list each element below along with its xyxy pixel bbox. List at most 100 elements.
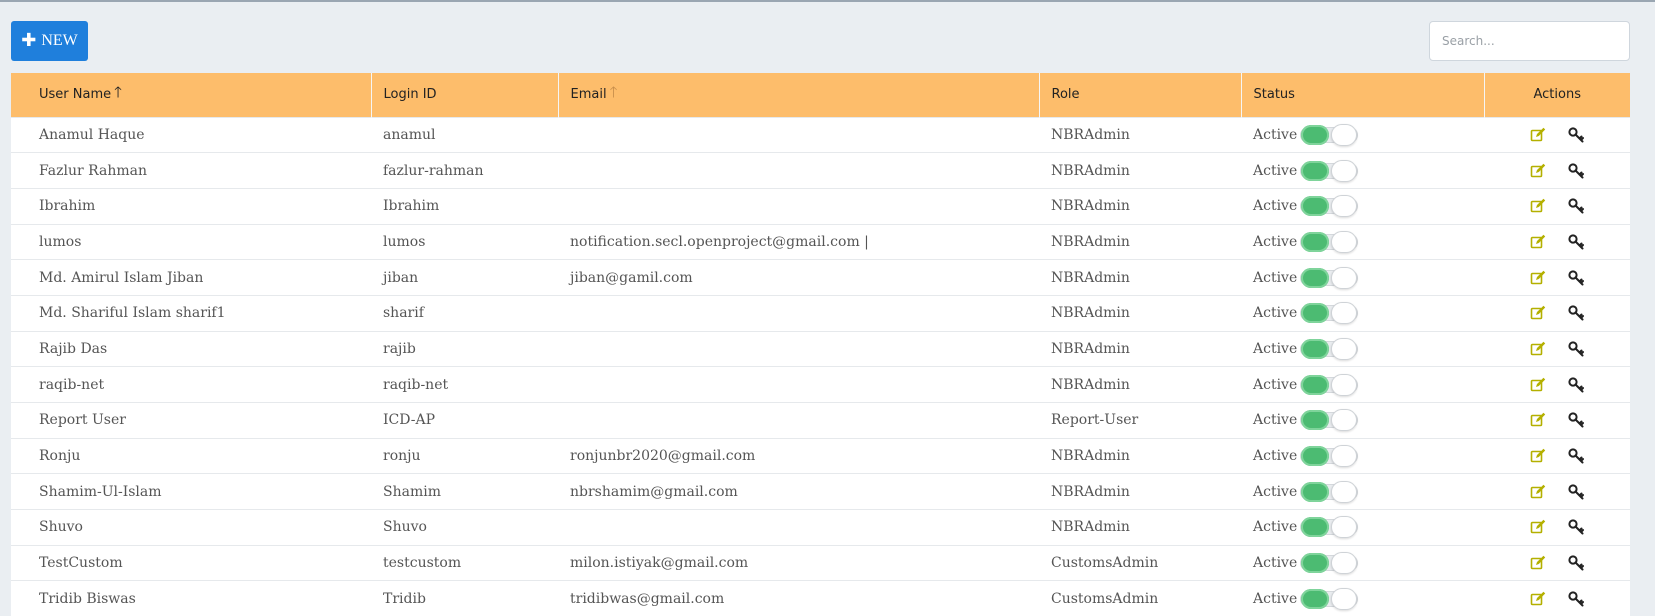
key-icon[interactable] bbox=[1568, 484, 1584, 500]
cell-role: NBRAdmin bbox=[1039, 223, 1241, 260]
new-button-label: NEW bbox=[41, 32, 78, 49]
status-label: Active bbox=[1253, 519, 1298, 536]
status-label: Active bbox=[1253, 126, 1298, 143]
status-toggle[interactable] bbox=[1300, 195, 1360, 218]
cell-login-id: rajib bbox=[371, 330, 558, 367]
edit-icon[interactable] bbox=[1530, 341, 1546, 357]
cell-email: milon.istiyak@gmail.com bbox=[558, 544, 1039, 581]
cell-status: Active bbox=[1241, 473, 1484, 510]
cell-user-name: Shuvo bbox=[11, 509, 371, 546]
table-row: Report User ICD-AP Report-User Active bbox=[11, 402, 1630, 439]
cell-role: Report-User bbox=[1039, 402, 1241, 439]
arrow-up-icon: 🡑 bbox=[114, 83, 122, 102]
status-toggle[interactable] bbox=[1300, 516, 1360, 539]
cell-role: NBRAdmin bbox=[1039, 509, 1241, 546]
table-header-row: User Name 🡑 Login ID Email 🡑 Role Status… bbox=[11, 73, 1630, 117]
column-header-role[interactable]: Role bbox=[1038, 73, 1241, 117]
edit-icon[interactable] bbox=[1530, 448, 1546, 464]
edit-icon[interactable] bbox=[1530, 519, 1546, 535]
column-header-user-name[interactable]: User Name 🡑 bbox=[11, 73, 371, 117]
status-label: Active bbox=[1253, 590, 1298, 607]
cell-role: NBRAdmin bbox=[1039, 152, 1241, 189]
cell-actions bbox=[1484, 366, 1630, 403]
cell-email bbox=[558, 116, 1039, 153]
edit-icon[interactable] bbox=[1530, 163, 1546, 179]
cell-email: nbrshamim@gmail.com bbox=[558, 473, 1039, 510]
cell-status: Active bbox=[1241, 366, 1484, 403]
edit-icon[interactable] bbox=[1530, 234, 1546, 250]
status-toggle[interactable] bbox=[1300, 552, 1360, 575]
edit-icon[interactable] bbox=[1530, 270, 1546, 286]
status-toggle[interactable] bbox=[1300, 445, 1360, 468]
cell-login-id: anamul bbox=[371, 116, 558, 153]
table-row: TestCustom testcustom milon.istiyak@gmai… bbox=[11, 544, 1630, 581]
new-user-button[interactable]: ✚ NEW bbox=[11, 21, 88, 61]
cell-role: NBRAdmin bbox=[1039, 259, 1241, 296]
cell-status: Active bbox=[1241, 187, 1484, 225]
cell-user-name: Rajib Das bbox=[11, 330, 371, 367]
key-icon[interactable] bbox=[1568, 555, 1584, 571]
cell-role: NBRAdmin bbox=[1039, 116, 1241, 153]
status-toggle[interactable] bbox=[1300, 373, 1360, 396]
key-icon[interactable] bbox=[1568, 198, 1584, 214]
column-header-label: Status bbox=[1253, 87, 1295, 103]
edit-icon[interactable] bbox=[1530, 591, 1546, 607]
status-toggle[interactable] bbox=[1300, 409, 1360, 432]
status-toggle[interactable] bbox=[1300, 480, 1360, 503]
cell-actions bbox=[1484, 580, 1630, 616]
cell-status: Active bbox=[1241, 223, 1484, 260]
users-table: User Name 🡑 Login ID Email 🡑 Role Status… bbox=[11, 73, 1630, 616]
status-toggle[interactable] bbox=[1300, 337, 1360, 360]
status-toggle[interactable] bbox=[1300, 302, 1360, 325]
status-label: Active bbox=[1253, 162, 1298, 179]
cell-status: Active bbox=[1241, 437, 1484, 474]
cell-login-id: raqib-net bbox=[371, 366, 558, 403]
cell-email bbox=[558, 366, 1039, 403]
table-body: Anamul Haque anamul NBRAdmin Active Fazl… bbox=[11, 116, 1630, 616]
column-header-status[interactable]: Status bbox=[1240, 73, 1484, 117]
cell-actions bbox=[1484, 116, 1630, 153]
status-toggle[interactable] bbox=[1300, 230, 1360, 253]
cell-user-name: lumos bbox=[11, 223, 371, 260]
search-input[interactable] bbox=[1429, 21, 1630, 61]
key-icon[interactable] bbox=[1568, 519, 1584, 535]
status-toggle[interactable] bbox=[1300, 587, 1360, 610]
table-row: lumos lumos notification.secl.openprojec… bbox=[11, 223, 1630, 260]
cell-login-id: sharif bbox=[371, 294, 558, 332]
status-toggle[interactable] bbox=[1300, 159, 1360, 182]
key-icon[interactable] bbox=[1568, 127, 1584, 143]
table-row: Rajib Das rajib NBRAdmin Active bbox=[11, 330, 1630, 367]
cell-login-id: Ibrahim bbox=[371, 187, 558, 225]
edit-icon[interactable] bbox=[1530, 412, 1546, 428]
key-icon[interactable] bbox=[1568, 377, 1584, 393]
key-icon[interactable] bbox=[1568, 412, 1584, 428]
cell-login-id: testcustom bbox=[371, 544, 558, 581]
cell-email: jiban@gamil.com bbox=[558, 259, 1039, 296]
column-header-label: Login ID bbox=[383, 87, 437, 103]
edit-icon[interactable] bbox=[1530, 198, 1546, 214]
key-icon[interactable] bbox=[1568, 305, 1584, 321]
key-icon[interactable] bbox=[1568, 162, 1584, 179]
cell-status: Active bbox=[1241, 259, 1484, 296]
status-toggle[interactable] bbox=[1300, 123, 1360, 146]
key-icon[interactable] bbox=[1568, 448, 1584, 464]
edit-icon[interactable] bbox=[1530, 377, 1546, 393]
column-header-email[interactable]: Email 🡑 bbox=[557, 73, 1039, 117]
edit-icon[interactable] bbox=[1530, 484, 1546, 500]
cell-actions bbox=[1484, 223, 1630, 260]
key-icon[interactable] bbox=[1568, 341, 1584, 357]
status-toggle[interactable] bbox=[1300, 266, 1360, 289]
arrow-up-icon: 🡑 bbox=[609, 83, 618, 102]
column-header-login-id[interactable]: Login ID bbox=[370, 73, 558, 117]
cell-user-name: Shamim-Ul-Islam bbox=[11, 473, 371, 510]
cell-user-name: Anamul Haque bbox=[11, 116, 371, 153]
cell-role: NBRAdmin bbox=[1039, 366, 1241, 403]
key-icon[interactable] bbox=[1568, 269, 1584, 286]
edit-icon[interactable] bbox=[1530, 127, 1546, 143]
key-icon[interactable] bbox=[1568, 591, 1584, 607]
key-icon[interactable] bbox=[1568, 234, 1584, 250]
edit-icon[interactable] bbox=[1530, 305, 1546, 321]
table-row: raqib-net raqib-net NBRAdmin Active bbox=[11, 366, 1630, 403]
column-header-label: Actions bbox=[1533, 87, 1582, 103]
edit-icon[interactable] bbox=[1530, 555, 1546, 571]
